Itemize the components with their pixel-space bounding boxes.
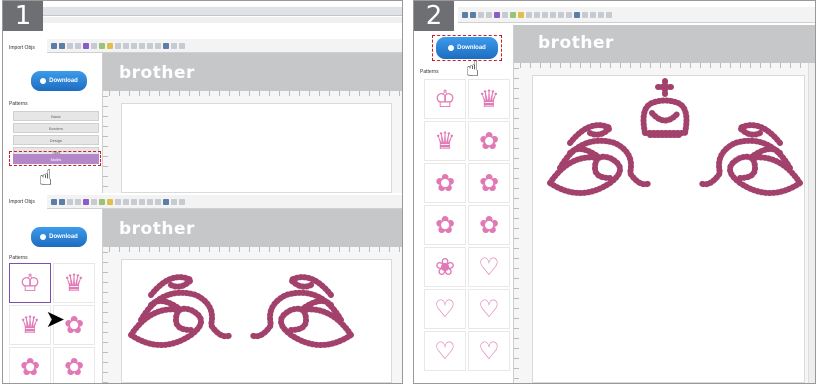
canvas-scrollbar[interactable] <box>808 63 815 383</box>
hand-pointer-icon: ☝ <box>39 166 53 191</box>
ruler-horizontal <box>109 91 402 96</box>
flower-icon[interactable]: ✿ <box>468 205 510 245</box>
arrow-cursor-icon: ➤ <box>45 305 66 333</box>
download-icon <box>40 78 47 84</box>
flower-icon[interactable]: ✿ <box>424 163 466 203</box>
editor-toolbar <box>47 39 402 53</box>
flower-icon[interactable]: ✿ <box>468 163 510 203</box>
import-objects-label: Import Objs <box>9 45 35 51</box>
heart-icon[interactable]: ♡ <box>468 331 510 371</box>
patterns-label-lower: Patterns <box>9 255 28 261</box>
flower-icon[interactable]: ✿ <box>424 205 466 245</box>
flower-icon[interactable]: ✿ <box>53 347 95 383</box>
canvas-paper <box>121 103 392 193</box>
download-icon <box>40 234 47 240</box>
browser-tabs[interactable] <box>3 17 402 23</box>
tiara-icon[interactable]: ♛ <box>468 79 510 119</box>
sidebar-bottom: Download Patterns ♔ ♛ ♛ ✿ ✿ ✿ ➤ <box>3 209 103 383</box>
brand-logo-lower: brother <box>119 219 195 239</box>
tiara-icon[interactable]: ♛ <box>53 263 95 303</box>
canvas-area-top <box>103 91 402 193</box>
category-borders[interactable]: Borders <box>13 123 99 133</box>
ruler-vertical <box>514 68 519 383</box>
ruler-vertical <box>103 96 108 193</box>
flower-icon[interactable]: ✿ <box>9 347 51 383</box>
step-2-badge: 2 <box>414 1 454 31</box>
brand-logo: brother <box>538 33 614 53</box>
highlight-box <box>9 151 101 166</box>
import-objects-label-lower: Import Objs <box>9 199 35 205</box>
ruler-horizontal <box>109 247 402 252</box>
tiara-icon[interactable]: ♛ <box>424 121 466 161</box>
ruler-vertical <box>103 252 108 383</box>
heart-icon[interactable]: ♡ <box>424 331 466 371</box>
heart-icon[interactable]: ♡ <box>424 289 466 329</box>
download-label: Download <box>49 234 78 240</box>
flower-icon[interactable]: ✿ <box>468 121 510 161</box>
crown-icon[interactable]: ♔ <box>424 79 466 119</box>
category-design[interactable]: Design <box>13 135 99 145</box>
step-1-badge: 1 <box>3 1 43 31</box>
ruler-horizontal <box>520 63 815 68</box>
editor-toolbar <box>458 7 815 23</box>
heart-icon[interactable]: ♡ <box>468 247 510 287</box>
heart-icon[interactable]: ♡ <box>468 289 510 329</box>
step-2-panel: 2 Download ☝ Patterns ♔ ♛ ♛ ✿ ✿ ✿ ✿ ✿ ❀ … <box>413 0 816 384</box>
motif-design-with-crown[interactable] <box>540 73 810 203</box>
download-button[interactable]: Download <box>31 71 87 91</box>
download-button-lower[interactable]: Download <box>31 227 87 247</box>
category-basic[interactable]: Basic <box>13 111 99 121</box>
step-1-panel: 1 Import Objs Download Patterns Basic Bo… <box>2 0 403 384</box>
sidebar: Download ☝ Patterns ♔ ♛ ♛ ✿ ✿ ✿ ✿ ✿ ❀ ♡ … <box>414 25 514 383</box>
sidebar-top: Download Patterns Basic Borders Design T… <box>3 53 103 193</box>
rose-icon[interactable]: ❀ <box>424 247 466 287</box>
crown-icon[interactable]: ♔ <box>9 263 51 303</box>
editor-toolbar-lower <box>47 195 402 209</box>
motif-design[interactable] <box>121 265 361 355</box>
brand-logo: brother <box>119 63 195 83</box>
download-label: Download <box>49 78 78 84</box>
patterns-label: Patterns <box>9 101 28 107</box>
patterns-label: Patterns <box>420 69 439 75</box>
browser-address-bar[interactable] <box>3 7 402 16</box>
